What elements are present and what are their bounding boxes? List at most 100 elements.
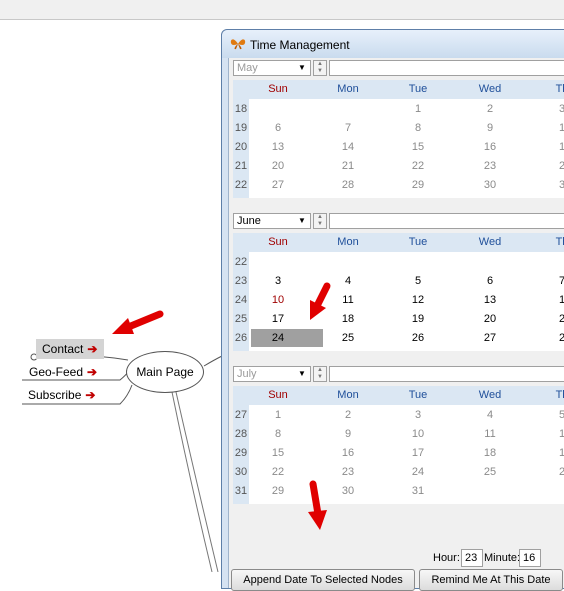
day-cell[interactable]: 21 [323,160,373,172]
day-cell[interactable]: 8 [393,122,443,134]
day-cell[interactable]: 27 [465,332,515,344]
node-geo-feed[interactable]: Geo-Feed ➔ [29,362,97,382]
day-cell[interactable]: 12 [393,294,443,306]
day-cell[interactable]: 30 [465,179,515,191]
day-cell[interactable]: 1 [537,141,564,153]
link-arrow-icon[interactable]: ➔ [87,342,97,356]
node-contact[interactable]: Contact ➔ [36,339,104,359]
year-field[interactable] [329,366,564,382]
month-dropdown[interactable]: May ▼ [233,60,311,76]
day-cell[interactable]: 13 [253,141,303,153]
day-cell[interactable]: 20 [253,160,303,172]
day-cell[interactable]: 1 [537,428,564,440]
day-cell[interactable]: 9 [323,428,373,440]
window-titlebar[interactable]: Time Management [222,30,564,58]
day-cell[interactable]: 15 [393,141,443,153]
day-cell[interactable]: 1 [537,447,564,459]
day-cell[interactable]: 2 [537,160,564,172]
day-cell[interactable]: 30 [323,485,373,497]
append-date-button[interactable]: Append Date To Selected Nodes [231,569,415,591]
day-cell[interactable]: 4 [323,275,373,287]
day-cell[interactable]: 3 [253,275,303,287]
day-cell[interactable]: 1 [253,409,303,421]
chevron-down-icon[interactable]: ▼ [295,368,309,380]
day-cell[interactable]: 22 [393,160,443,172]
spin-up-icon[interactable]: ▲ [314,367,326,374]
day-cell[interactable]: 22 [253,466,303,478]
day-cell[interactable]: 4 [465,409,515,421]
day-cell[interactable]: 18 [465,447,515,459]
spin-down-icon[interactable]: ▼ [314,221,326,228]
day-cell[interactable]: 1 [537,122,564,134]
link-arrow-icon[interactable]: ➔ [85,388,95,402]
day-cell[interactable]: 3 [393,409,443,421]
year-spinner[interactable]: ▲ ▼ [313,213,327,229]
day-cell[interactable]: 17 [393,447,443,459]
month-dropdown[interactable]: June ▼ [233,213,311,229]
day-cell[interactable]: 2 [323,409,373,421]
week-number: 22 [234,256,248,268]
day-cell[interactable]: 24 [253,332,303,344]
remind-me-button[interactable]: Remind Me At This Date [419,569,563,591]
spin-up-icon[interactable]: ▲ [314,61,326,68]
day-cell[interactable]: 10 [253,294,303,306]
day-cell[interactable]: 16 [323,447,373,459]
day-cell[interactable]: 7 [323,122,373,134]
node-main-page[interactable]: Main Page [126,351,204,393]
day-cell[interactable]: 6 [465,275,515,287]
day-cell[interactable]: 3 [537,179,564,191]
day-cell[interactable]: 11 [465,428,515,440]
day-cell[interactable]: 1 [537,294,564,306]
day-cell[interactable]: 18 [323,313,373,325]
day-cell[interactable]: 25 [323,332,373,344]
spin-down-icon[interactable]: ▼ [314,68,326,75]
link-arrow-icon[interactable]: ➔ [87,365,97,379]
day-cell[interactable]: 14 [323,141,373,153]
year-field[interactable] [329,213,564,229]
day-cell[interactable]: 24 [393,466,443,478]
day-cell[interactable]: 2 [537,332,564,344]
month-dropdown[interactable]: July ▼ [233,366,311,382]
day-cell[interactable]: 15 [253,447,303,459]
day-cell[interactable]: 23 [465,160,515,172]
day-cell[interactable]: 2 [537,313,564,325]
day-cell[interactable]: 26 [393,332,443,344]
chevron-down-icon[interactable]: ▼ [295,215,309,227]
day-cell[interactable]: 27 [253,179,303,191]
node-geo-feed-label: Geo-Feed [29,365,84,379]
day-cell[interactable]: 1 [393,103,443,115]
day-cell[interactable]: 19 [393,313,443,325]
day-cell[interactable]: 31 [393,485,443,497]
day-cell[interactable]: 5 [393,275,443,287]
day-cell[interactable]: 13 [465,294,515,306]
year-spinner[interactable]: ▲ ▼ [313,60,327,76]
day-cell[interactable]: 23 [323,466,373,478]
day-cell[interactable]: 20 [465,313,515,325]
time-management-window: Time Management May▼▲▼SunMonTueWedTh1812… [221,29,564,591]
minute-field[interactable]: 16 [519,549,541,567]
day-cell[interactable]: 28 [323,179,373,191]
day-cell[interactable]: 16 [465,141,515,153]
day-cell[interactable]: 9 [465,122,515,134]
spin-down-icon[interactable]: ▼ [314,374,326,381]
day-cell[interactable]: 25 [465,466,515,478]
day-cell[interactable]: 3 [537,103,564,115]
day-cell[interactable]: 2 [537,466,564,478]
day-cell[interactable]: 6 [253,122,303,134]
spin-up-icon[interactable]: ▲ [314,214,326,221]
day-cell[interactable]: 29 [253,485,303,497]
year-field[interactable] [329,60,564,76]
day-cell[interactable]: 17 [253,313,303,325]
day-cell[interactable]: 8 [253,428,303,440]
day-cell[interactable]: 7 [537,275,564,287]
day-cell[interactable]: 29 [393,179,443,191]
day-cell[interactable]: 11 [323,294,373,306]
hour-field[interactable]: 23 [461,549,483,567]
week-number: 18 [234,103,248,115]
chevron-down-icon[interactable]: ▼ [295,62,309,74]
day-cell[interactable]: 10 [393,428,443,440]
day-cell[interactable]: 2 [465,103,515,115]
day-cell[interactable]: 5 [537,409,564,421]
node-subscribe[interactable]: Subscribe ➔ [28,385,95,405]
year-spinner[interactable]: ▲ ▼ [313,366,327,382]
